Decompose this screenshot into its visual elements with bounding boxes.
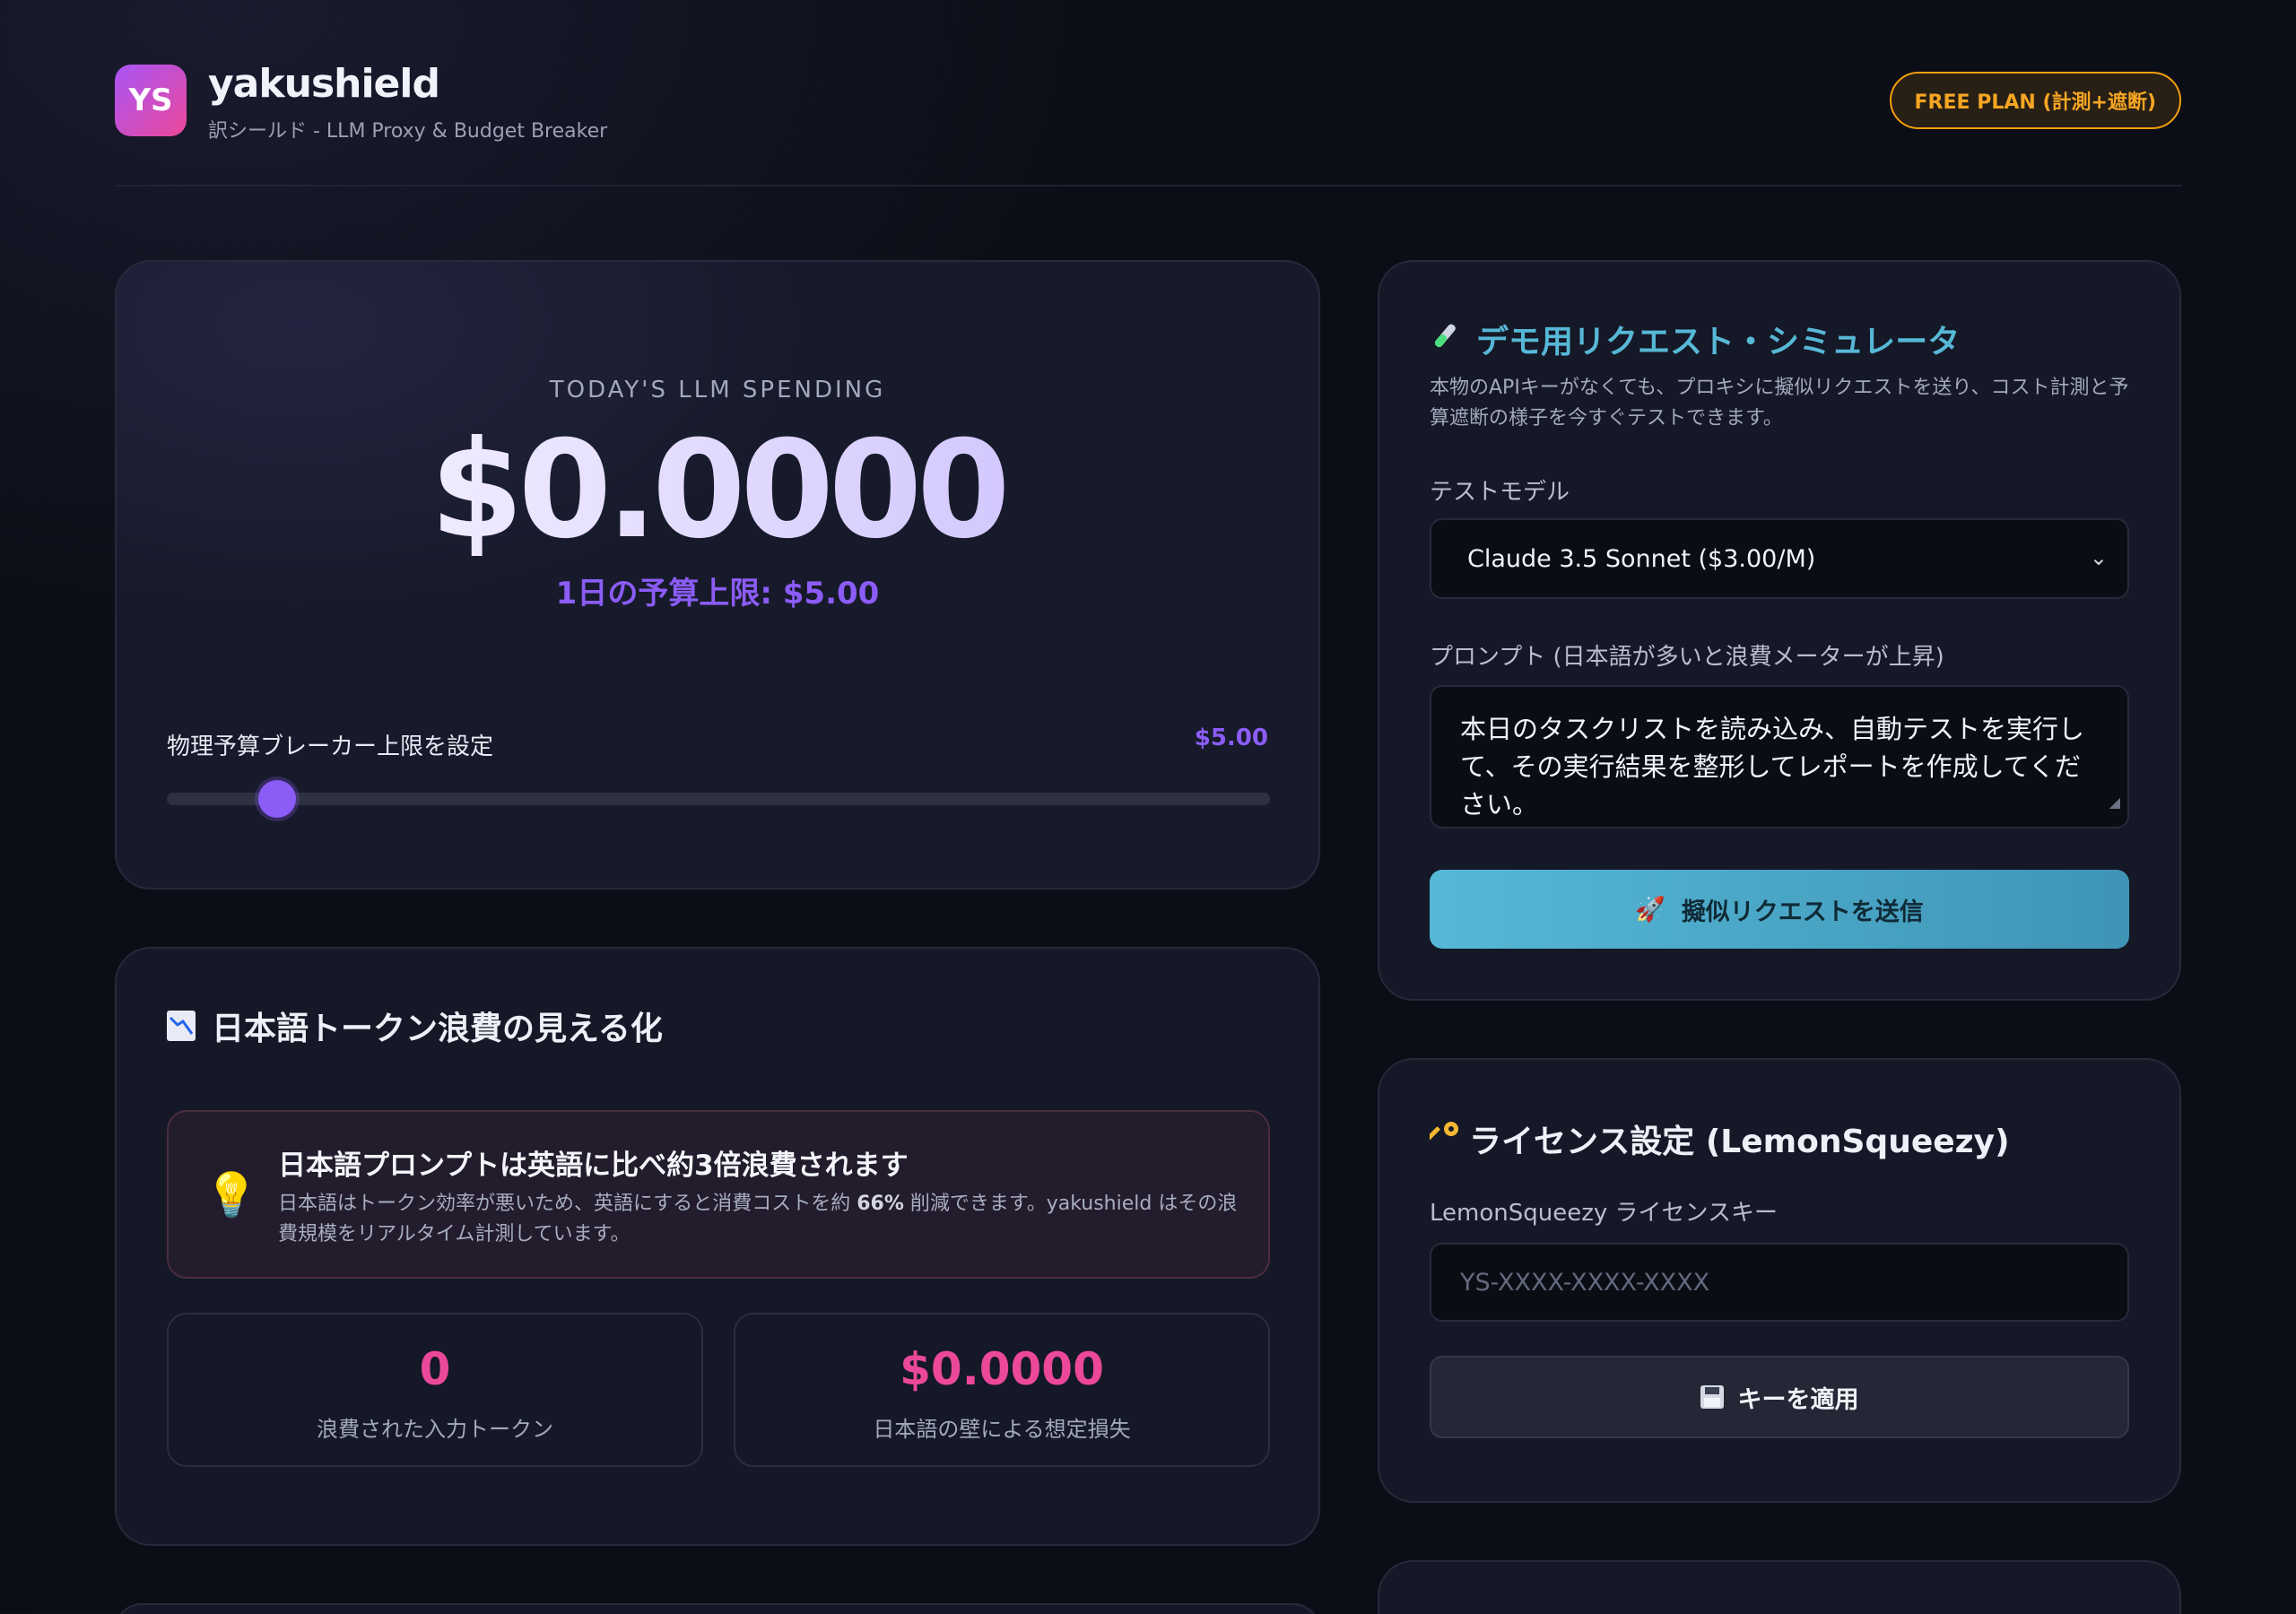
plan-badge[interactable]: FREE PLAN (計測+遮断) (1889, 72, 2181, 129)
spending-card: TODAY'S LLM SPENDING $0.0000 1日の予算上限: $5… (115, 260, 1320, 889)
apply-key-button[interactable]: キーを適用 (1430, 1356, 2129, 1438)
waste-title-text: 日本語トークン浪費の見える化 (212, 1011, 663, 1047)
next-card-left (115, 1603, 1320, 1614)
budget-slider[interactable] (167, 780, 1270, 818)
breaker-label: 物理予算ブレーカー上限を設定 (167, 733, 494, 760)
request-simulator-card: デモ用リクエスト・シミュレータ 本物のAPIキーがなくても、プロキシに擬似リクエ… (1378, 260, 2181, 1001)
simulator-title: デモ用リクエスト・シミュレータ (1430, 316, 1960, 362)
breaker-value: $5.00 (1194, 725, 1268, 751)
send-request-label: 擬似リクエストを送信 (1681, 898, 1924, 926)
token-waste-card: 日本語トークン浪費の見える化 💡 日本語プロンプトは英語に比べ約3倍浪費されます… (115, 947, 1320, 1546)
tip-box: 💡 日本語プロンプトは英語に比べ約3倍浪費されます 日本語はトークン効率が悪いた… (167, 1110, 1270, 1279)
license-card: ライセンス設定 (LemonSqueezy) LemonSqueezy ライセン… (1378, 1058, 2181, 1503)
tip-body: 日本語はトークン効率が悪いため、英語にすると消費コストを約 66% 削減できます… (278, 1193, 1238, 1245)
apply-key-label: キーを適用 (1737, 1385, 1859, 1414)
license-key-placeholder: YS-XXXX-XXXX-XXXX (1460, 1268, 1710, 1297)
next-card-right (1378, 1560, 2181, 1614)
wasted-tokens-value: 0 (419, 1343, 451, 1395)
simulator-description: 本物のAPIキーがなくても、プロキシに擬似リクエストを送り、コスト計測と予算遮断… (1430, 377, 2129, 430)
tip-highlight: 66% (857, 1193, 904, 1215)
spending-label: TODAY'S LLM SPENDING (549, 377, 886, 404)
estimated-loss-label: 日本語の壁による想定損失 (873, 1417, 1131, 1442)
spending-value: $0.0000 (117, 412, 1318, 568)
estimated-loss-stat: $0.0000 日本語の壁による想定損失 (734, 1313, 1270, 1467)
license-title: ライセンス設定 (LemonSqueezy) (1426, 1115, 2010, 1162)
send-request-button[interactable]: 🚀 擬似リクエストを送信 (1430, 870, 2129, 949)
chevron-down-icon: ⌄ (2089, 545, 2108, 570)
prompt-textarea[interactable]: 本日のタスクリストを読み込み、自動テストを実行して、その実行結果を整形してレポー… (1430, 685, 2129, 829)
floppy-disk-icon (1700, 1385, 1724, 1409)
wasted-tokens-label: 浪費された入力トークン (317, 1417, 553, 1442)
light-bulb-icon: 💡 (204, 1170, 258, 1220)
waste-title: 日本語トークン浪費の見える化 (167, 1002, 663, 1049)
license-key-label: LemonSqueezy ライセンスキー (1430, 1200, 1778, 1227)
key-icon (1426, 1120, 1460, 1158)
resize-handle-icon[interactable]: ◢ (2109, 784, 2120, 821)
app-name: yakushield (208, 61, 440, 107)
model-label: テストモデル (1430, 479, 1570, 506)
license-title-text: ライセンス設定 (LemonSqueezy) (1469, 1124, 2010, 1160)
app-logo: YS (115, 65, 187, 136)
daily-budget-limit: 1日の予算上限: $5.00 (555, 576, 880, 612)
prompt-label: プロンプト (日本語が多いと浪費メーターが上昇) (1430, 644, 1944, 671)
estimated-loss-value: $0.0000 (900, 1343, 1104, 1395)
prompt-text: 本日のタスクリストを読み込み、自動テストを実行して、その実行結果を整形してレポー… (1460, 714, 2085, 820)
wasted-tokens-stat: 0 浪費された入力トークン (167, 1313, 703, 1467)
model-select[interactable]: Claude 3.5 Sonnet ($3.00/M) ⌄ (1430, 518, 2129, 599)
app-header: YS yakushield 訳シールド - LLM Proxy & Budget… (115, 61, 2181, 187)
license-key-input[interactable]: YS-XXXX-XXXX-XXXX (1430, 1243, 2129, 1322)
test-tube-icon (1430, 320, 1460, 359)
tip-title: 日本語プロンプトは英語に比べ約3倍浪費されます (278, 1150, 909, 1182)
slider-thumb[interactable] (258, 780, 296, 818)
rocket-icon: 🚀 (1635, 896, 1665, 924)
app-subtitle: 訳シールド - LLM Proxy & Budget Breaker (208, 120, 608, 143)
simulator-title-text: デモ用リクエスト・シミュレータ (1476, 324, 1961, 360)
chart-decreasing-icon (167, 1011, 196, 1041)
model-select-value: Claude 3.5 Sonnet ($3.00/M) (1467, 544, 1816, 573)
